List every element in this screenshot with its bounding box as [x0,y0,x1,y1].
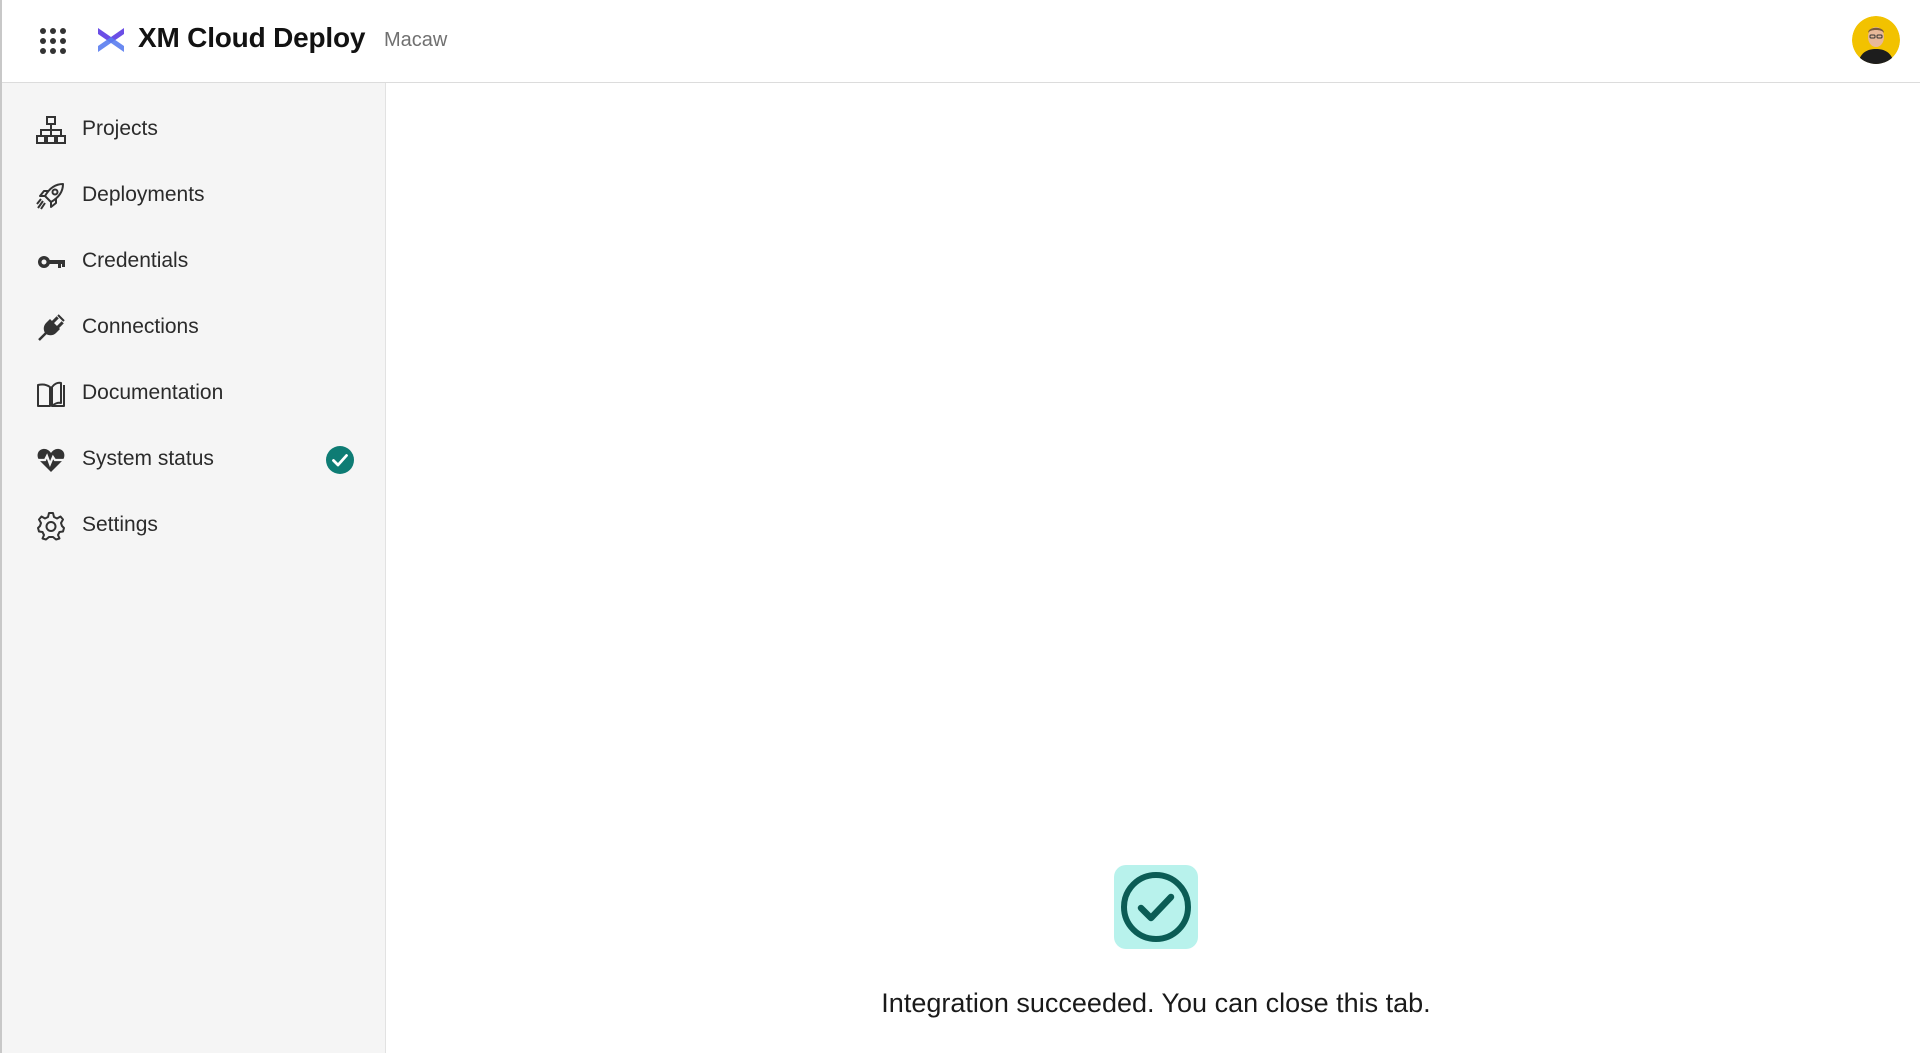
sidebar-item-settings[interactable]: Settings [20,499,368,553]
book-icon [36,379,66,409]
key-icon [36,247,66,277]
sidebar-item-label: Settings [82,513,158,536]
check-circle-icon [326,446,354,474]
success-message: Integration succeeded. You can close thi… [881,988,1431,1018]
apps-grid-icon[interactable] [38,26,68,56]
app-title[interactable]: XM Cloud Deploy [138,22,365,54]
sidebar-item-label: Deployments [82,183,205,206]
sidebar-item-label: System status [82,447,214,470]
heart-pulse-icon [36,445,66,475]
xm-cloud-logo [96,26,126,54]
sidebar-item-label: Documentation [82,381,224,404]
check-circle-icon [1114,865,1198,949]
sidebar-item-deployments[interactable]: Deployments [20,169,368,223]
user-avatar[interactable] [1852,16,1900,64]
plug-icon [36,313,66,343]
sidebar-nav: Projects Deployments Credentials Connect… [2,83,386,1053]
sidebar-item-label: Connections [82,315,199,338]
rocket-icon [36,181,66,211]
top-bar: XM Cloud Deploy Macaw [2,0,1920,83]
sidebar-item-credentials[interactable]: Credentials [20,235,368,289]
sidebar-item-label: Credentials [82,249,189,272]
tenant-name: Macaw [384,29,448,51]
sidebar-item-label: Projects [82,117,158,140]
sidebar-item-projects[interactable]: Projects [20,103,368,157]
sitemap-icon [36,115,66,145]
sidebar-item-system-status[interactable]: System status [20,433,368,487]
gear-icon [36,511,66,541]
app-window: XM Cloud Deploy Macaw Projects Deploymen… [0,0,1920,1053]
main-content: Integration succeeded. You can close thi… [387,84,1920,1053]
sidebar-item-documentation[interactable]: Documentation [20,367,368,421]
sidebar-item-connections[interactable]: Connections [20,301,368,355]
